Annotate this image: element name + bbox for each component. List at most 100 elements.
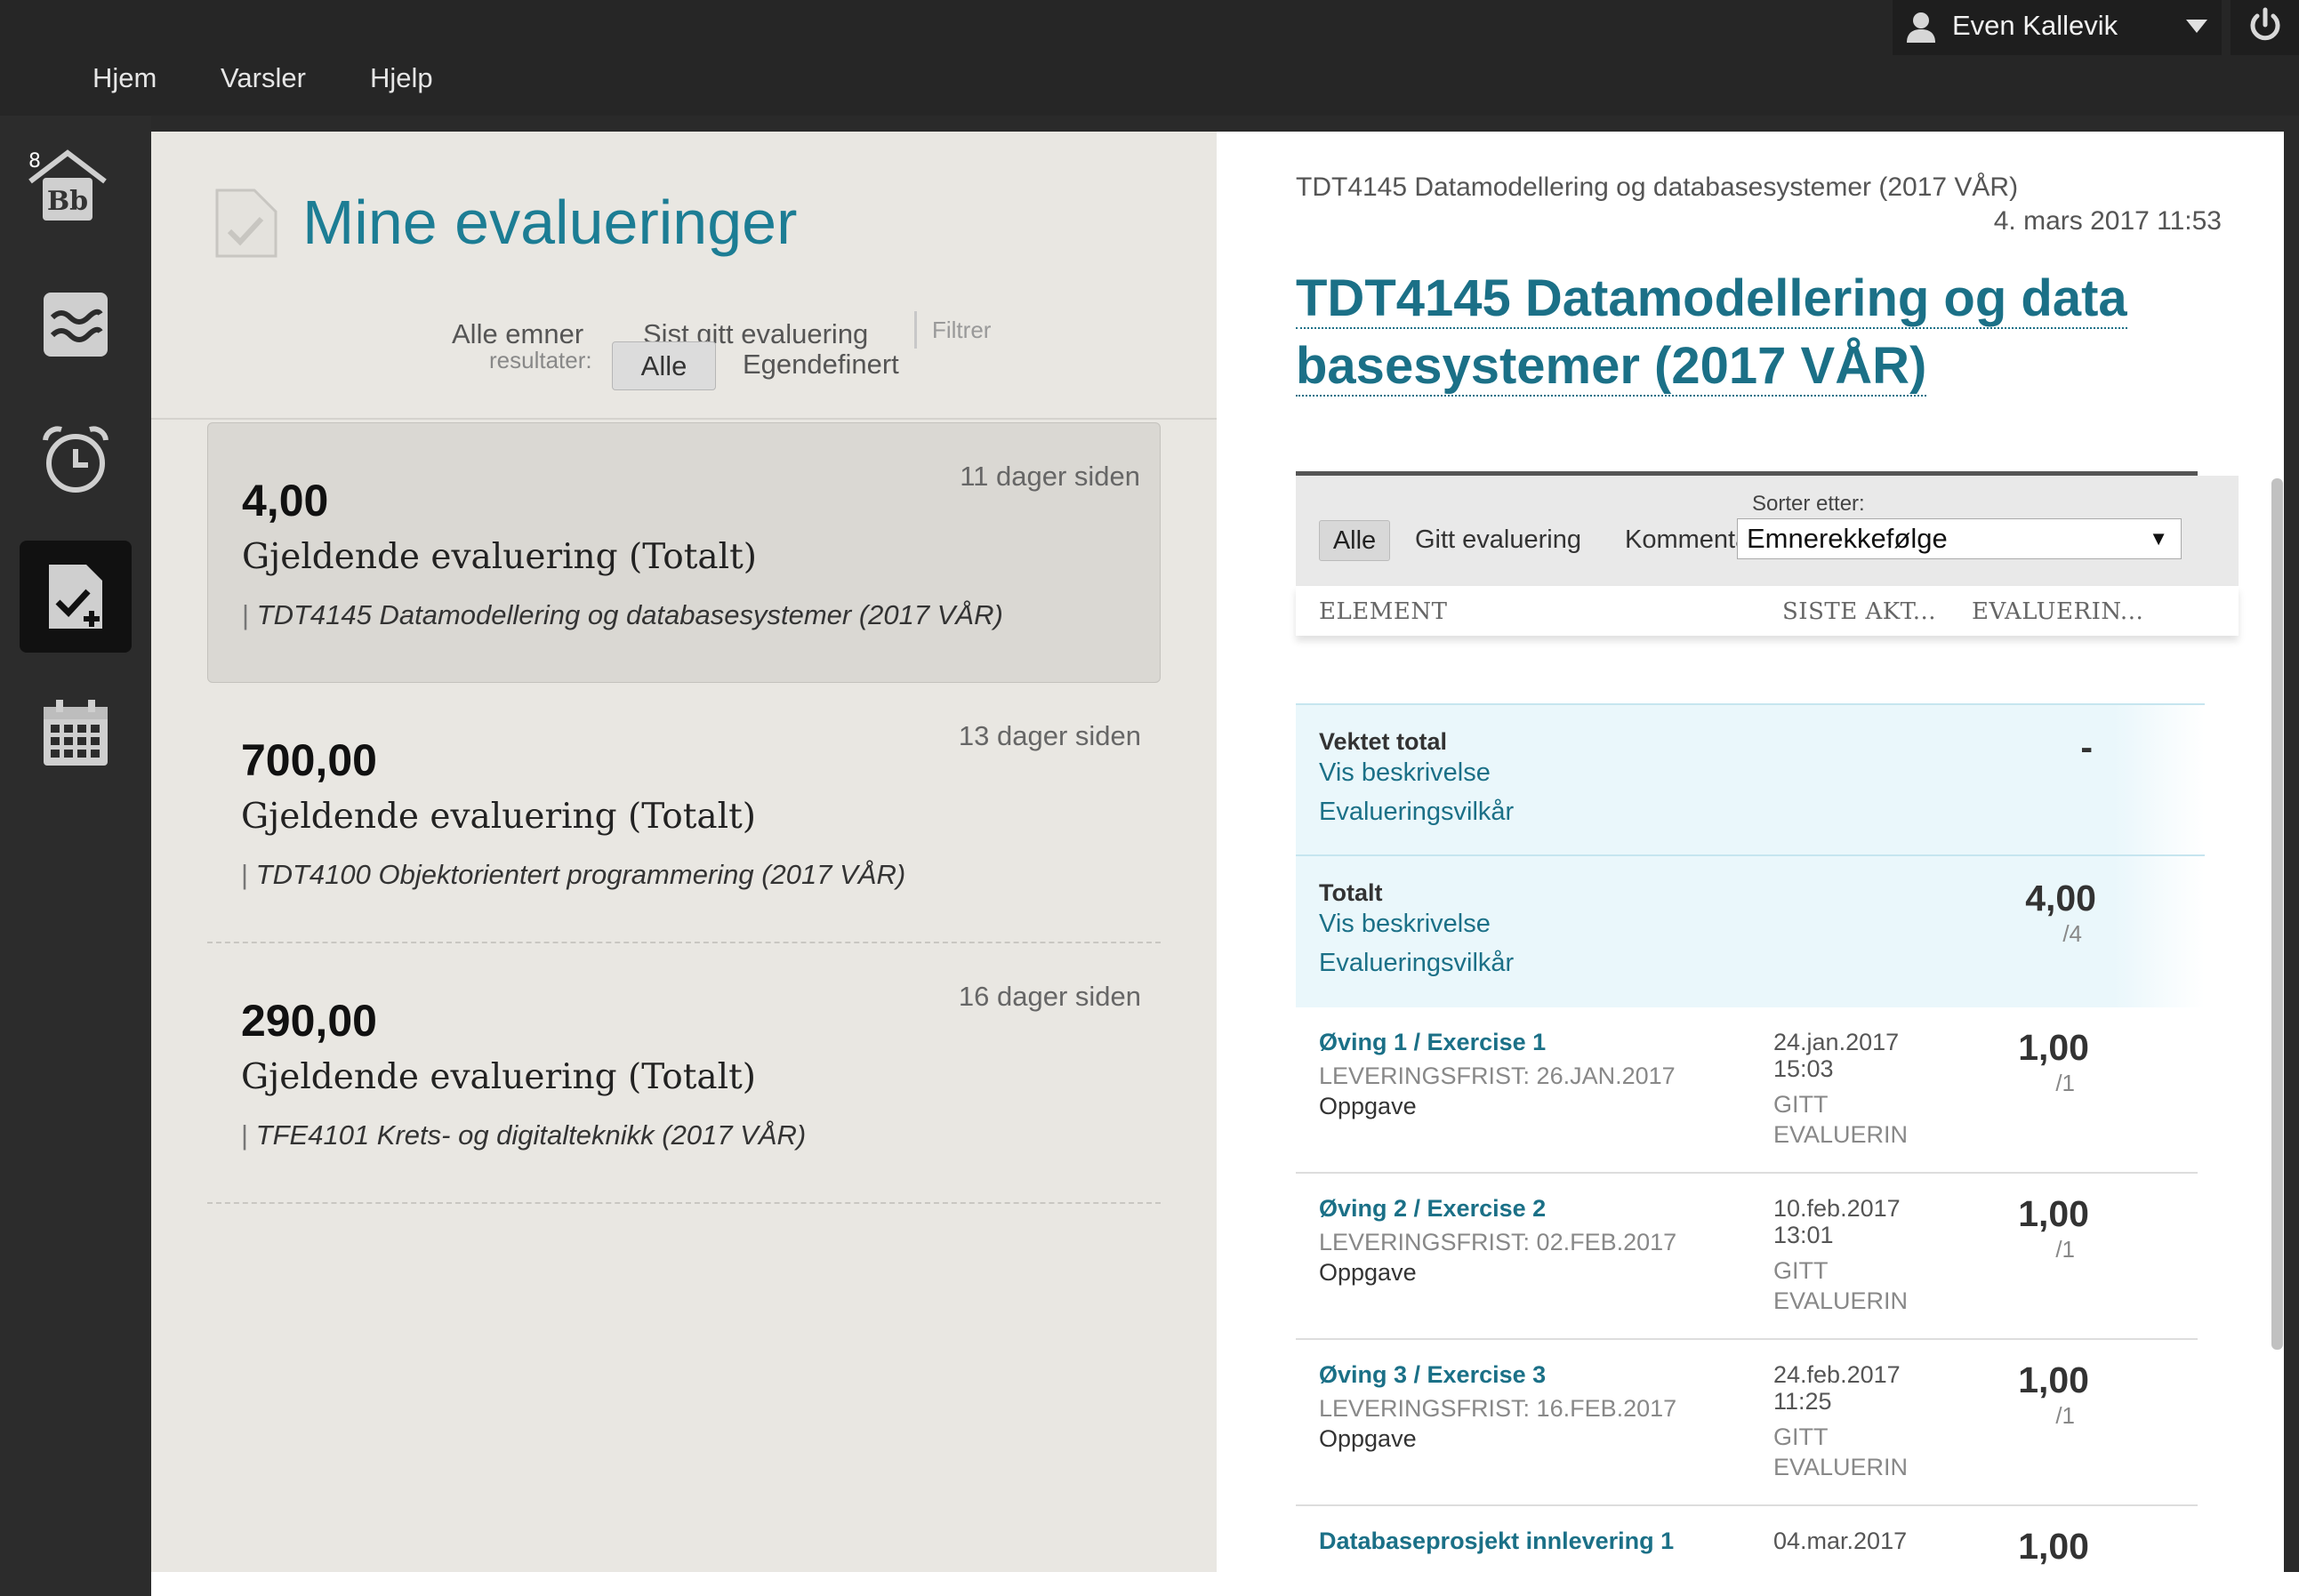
- row-score: -: [2080, 726, 2093, 767]
- filter-button[interactable]: Filtrer: [932, 317, 991, 344]
- show-description-link[interactable]: Vis beskrivelse: [1319, 758, 1491, 788]
- dropdown-arrow-icon: ▼: [2149, 527, 2168, 549]
- filter-custom-button[interactable]: Egendefinert: [743, 349, 899, 381]
- grades-page-icon: [215, 188, 277, 258]
- rail-calendar[interactable]: [20, 678, 132, 790]
- bottom-strip: [151, 1572, 2299, 1596]
- grades-icon: [49, 565, 102, 629]
- tab-all[interactable]: Alle: [1319, 520, 1390, 561]
- rail-home[interactable]: Bb 8: [2, 132, 135, 244]
- item-due-date: LEVERINGSFRIST: 02.FEB.2017: [1319, 1229, 1677, 1255]
- grade-item-row: Øving 2 / Exercise 2 LEVERINGSFRIST: 02.…: [1296, 1174, 2198, 1340]
- page-title: Mine evalueringer: [302, 188, 798, 257]
- nav-hjelp[interactable]: Hjelp: [370, 62, 433, 94]
- evaluation-course: TFE4101 Krets- og digitalteknikk (2017 V…: [241, 1119, 807, 1151]
- evaluation-card[interactable]: 4,00 Gjeldende evaluering (Totalt) TDT41…: [207, 422, 1161, 683]
- weighted-total-row: Vektet total Vis beskrivelse Evaluerings…: [1296, 703, 2205, 854]
- evaluation-age: 16 dager siden: [958, 981, 1141, 1012]
- total-row: Totalt Vis beskrivelse Evalueringsvilkår…: [1296, 854, 2205, 1007]
- grade-item-row: Øving 3 / Exercise 3 LEVERINGSFRIST: 16.…: [1296, 1340, 2198, 1506]
- filter-results-label: resultater:: [489, 347, 592, 373]
- item-type: Oppgave: [1319, 1425, 1417, 1452]
- evaluation-score: 290,00: [241, 996, 377, 1046]
- evaluation-age: 13 dager siden: [958, 720, 1141, 751]
- chevron-down-icon[interactable]: [2186, 20, 2207, 33]
- sort-select[interactable]: Emnerekkefølge ▼: [1737, 518, 2182, 559]
- item-status: GITT EVALUERIN: [1773, 1257, 1909, 1314]
- row-label: Totalt: [1319, 879, 1383, 906]
- item-due-date: LEVERINGSFRIST: 26.JAN.2017: [1319, 1063, 1676, 1089]
- grades-toolbar: Sorter etter: Alle Gitt evaluering Komme…: [1296, 476, 2239, 586]
- evaluation-label: Gjeldende evaluering (Totalt): [242, 537, 758, 577]
- grading-criteria-link[interactable]: Evalueringsvilkår: [1319, 949, 1514, 978]
- item-due-date: LEVERINGSFRIST: 16.FEB.2017: [1319, 1395, 1677, 1422]
- row-score: 4,00: [2025, 878, 2096, 918]
- blackboard-home-icon: Bb 8: [28, 149, 107, 221]
- grading-criteria-link[interactable]: Evalueringsvilkår: [1319, 798, 1514, 827]
- evaluation-card[interactable]: 700,00 Gjeldende evaluering (Totalt) TDT…: [207, 683, 1161, 943]
- column-element[interactable]: ELEMENT: [1319, 598, 1447, 625]
- item-max: /1: [2055, 1236, 2075, 1263]
- item-title-link[interactable]: Øving 1 / Exercise 1: [1319, 1029, 1546, 1056]
- scrollbar-thumb[interactable]: [2271, 478, 2283, 1350]
- item-score: 1,00: [2018, 1027, 2089, 1068]
- item-max: /1: [2055, 1070, 2075, 1096]
- evaluation-score: 700,00: [241, 735, 377, 785]
- item-status: GITT EVALUERIN: [1773, 1091, 1909, 1148]
- svg-text:8: 8: [28, 150, 41, 172]
- evaluation-card[interactable]: 290,00 Gjeldende evaluering (Totalt) TFE…: [207, 943, 1161, 1204]
- item-title-link[interactable]: Øving 2 / Exercise 2: [1319, 1195, 1546, 1223]
- item-score: 1,00: [2018, 1526, 2089, 1567]
- nav-varsler[interactable]: Varsler: [221, 62, 306, 94]
- filter-all-button[interactable]: Alle: [612, 341, 716, 390]
- item-score: 1,00: [2018, 1359, 2089, 1400]
- item-title-link[interactable]: Databaseprosjekt innlevering 1: [1319, 1528, 1674, 1555]
- course-grades-panel: TDT4145 Datamodellering og databasesyste…: [1217, 132, 2284, 1572]
- sort-label: Sorter etter:: [1752, 492, 1865, 516]
- evaluation-age: 11 dager siden: [960, 461, 1140, 492]
- grade-item-row: Databaseprosjekt innlevering 1 04.mar.20…: [1296, 1506, 2198, 1572]
- row-label: Vektet total: [1319, 728, 1448, 755]
- item-activity-date: 04.mar.2017: [1773, 1528, 1908, 1554]
- course-title-link[interactable]: TDT4145 Datamodellering og data basesyst…: [1296, 265, 2185, 400]
- user-name[interactable]: Even Kallevik: [1952, 10, 2118, 42]
- item-score: 1,00: [2018, 1193, 2089, 1234]
- evaluation-course: TDT4100 Objektorientert programmering (2…: [241, 859, 906, 891]
- divider: [151, 418, 1217, 420]
- last-updated: 4. mars 2017 11:53: [1993, 206, 2222, 236]
- column-last-activity[interactable]: SISTE AKT...: [1782, 598, 1936, 625]
- rail-activity[interactable]: [20, 269, 132, 381]
- table-header: ELEMENT SISTE AKT... EVALUERIN...: [1296, 586, 2239, 636]
- show-description-link[interactable]: Vis beskrivelse: [1319, 910, 1491, 939]
- item-status: GITT EVALUERIN: [1773, 1424, 1909, 1480]
- item-type: Oppgave: [1319, 1259, 1417, 1286]
- tab-graded[interactable]: Gitt evaluering: [1415, 525, 1581, 555]
- card-separator: [207, 1202, 1161, 1204]
- power-icon[interactable]: [2245, 5, 2286, 46]
- evaluation-label: Gjeldende evaluering (Totalt): [241, 1057, 757, 1097]
- item-title-link[interactable]: Øving 3 / Exercise 3: [1319, 1361, 1546, 1389]
- calendar-icon: [44, 700, 108, 766]
- rail-due-dates[interactable]: [20, 404, 132, 516]
- item-type: Oppgave: [1319, 1093, 1417, 1119]
- rail-grades[interactable]: [20, 541, 132, 653]
- nav-hjem[interactable]: Hjem: [92, 62, 157, 94]
- filter-divider: [914, 311, 917, 349]
- evaluations-panel: Mine evalueringer Alle emner resultater:…: [151, 132, 1217, 1572]
- item-activity-date: 24.feb.2017 11:25: [1773, 1361, 1901, 1415]
- activity-stream-icon: [44, 293, 108, 357]
- sort-select-value: Emnerekkefølge: [1747, 523, 1948, 554]
- evaluation-label: Gjeldende evaluering (Totalt): [241, 797, 757, 837]
- svg-text:Bb: Bb: [47, 186, 88, 217]
- course-title-text[interactable]: TDT4145 Datamodellering og data basesyst…: [1296, 269, 2127, 397]
- tab-comments[interactable]: Kommentarer: [1625, 525, 1742, 555]
- evaluation-score: 4,00: [242, 476, 329, 525]
- item-max: /1: [2055, 1402, 2075, 1429]
- evaluation-course: TDT4145 Datamodellering og databasesyste…: [242, 599, 1003, 631]
- row-max: /4: [2062, 920, 2082, 947]
- item-activity-date: 24.jan.2017 15:03: [1773, 1029, 1900, 1082]
- course-name: TDT4145 Datamodellering og databasesyste…: [1296, 172, 2019, 202]
- column-grade[interactable]: EVALUERIN...: [1972, 598, 2143, 625]
- filter-course-label: Alle emner: [452, 318, 584, 349]
- user-icon: [1907, 12, 1935, 43]
